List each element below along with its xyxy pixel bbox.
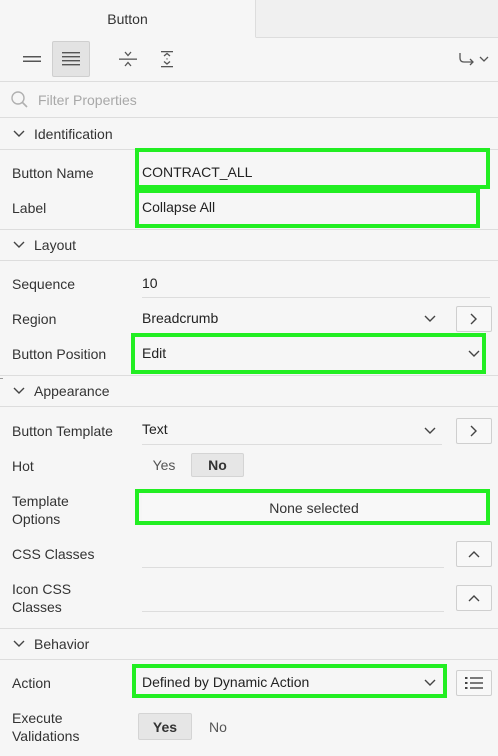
icon-css-classes-label: Icon CSS — [12, 581, 72, 597]
chevron-down-icon — [13, 241, 25, 248]
css-classes-picker-button[interactable] — [456, 541, 492, 567]
css-classes-label: CSS Classes — [12, 546, 95, 562]
highlight-box — [132, 664, 447, 698]
list-lines-icon — [62, 52, 80, 66]
highlight-box — [135, 489, 490, 525]
chevron-down-icon — [424, 315, 436, 322]
button-template-go-button[interactable] — [456, 418, 492, 444]
group-behavior[interactable]: Behavior — [0, 628, 498, 660]
chevron-up-icon — [468, 551, 480, 558]
template-options-label: Template — [12, 493, 69, 509]
field-underline — [142, 567, 444, 568]
button-template-select[interactable]: Text — [142, 421, 168, 437]
chevron-right-icon — [470, 425, 477, 437]
hot-no-toggle[interactable]: No — [191, 453, 244, 477]
execute-validations-yes-toggle[interactable]: Yes — [138, 713, 192, 740]
toolbar — [0, 38, 498, 82]
chevron-down-icon — [13, 130, 25, 137]
chevron-right-icon — [470, 313, 477, 325]
group-appearance[interactable]: Appearance — [0, 375, 498, 407]
group-identification[interactable]: Identification — [0, 118, 498, 150]
tab-label: Button — [107, 10, 148, 27]
chevron-up-icon — [468, 595, 480, 602]
group-title: Appearance — [34, 383, 110, 399]
show-all-button[interactable] — [52, 41, 90, 77]
show-common-button[interactable] — [13, 41, 51, 77]
button-name-label: Button Name — [12, 165, 94, 181]
highlight-box — [131, 333, 486, 374]
region-label: Region — [12, 311, 57, 327]
filter-properties-input[interactable] — [38, 91, 438, 108]
sequence-field[interactable]: 10 — [142, 275, 158, 291]
chevron-down-icon — [13, 387, 25, 394]
group-title: Behavior — [34, 636, 90, 652]
go-to-group-button[interactable] — [453, 41, 493, 77]
group-layout[interactable]: Layout — [0, 229, 498, 261]
go-to-arrow-icon — [459, 53, 489, 66]
icon-css-classes-label: Classes — [12, 599, 62, 615]
lines-icon — [23, 56, 41, 62]
expand-icon — [161, 51, 173, 68]
icon-css-classes-picker-button[interactable] — [456, 585, 492, 611]
region-go-button[interactable] — [456, 306, 492, 332]
expand-all-button[interactable] — [148, 41, 186, 77]
action-list-button[interactable] — [456, 670, 492, 696]
hot-label: Hot — [12, 458, 34, 474]
label-label: Label — [12, 200, 47, 216]
chevron-down-icon — [424, 427, 436, 434]
search-icon — [11, 90, 28, 108]
list-icon — [465, 677, 483, 689]
field-underline — [142, 611, 444, 612]
button-template-label: Button Template — [12, 423, 113, 439]
group-title: Identification — [34, 125, 113, 142]
hot-yes-toggle[interactable]: Yes — [142, 453, 186, 477]
tab-bar: Button — [0, 0, 498, 38]
execute-validations-label: Execute — [12, 710, 63, 726]
region-select[interactable]: Breadcrumb — [142, 310, 218, 326]
button-position-label: Button Position — [12, 346, 107, 362]
sequence-label: Sequence — [12, 276, 76, 292]
chevron-down-icon — [13, 640, 25, 647]
collapse-icon — [119, 51, 137, 67]
action-label: Action — [12, 675, 51, 691]
highlight-box — [135, 148, 490, 189]
template-options-label: Options — [12, 511, 61, 527]
execute-validations-label: Validations — [12, 728, 80, 744]
tab-button[interactable]: Button — [0, 0, 256, 38]
field-underline — [142, 297, 490, 298]
filter-bar — [0, 82, 498, 118]
collapse-all-button[interactable] — [109, 41, 147, 77]
highlight-box — [135, 189, 480, 228]
execute-validations-no-toggle[interactable]: No — [196, 713, 240, 740]
field-underline — [142, 444, 442, 445]
group-title: Layout — [34, 237, 77, 253]
